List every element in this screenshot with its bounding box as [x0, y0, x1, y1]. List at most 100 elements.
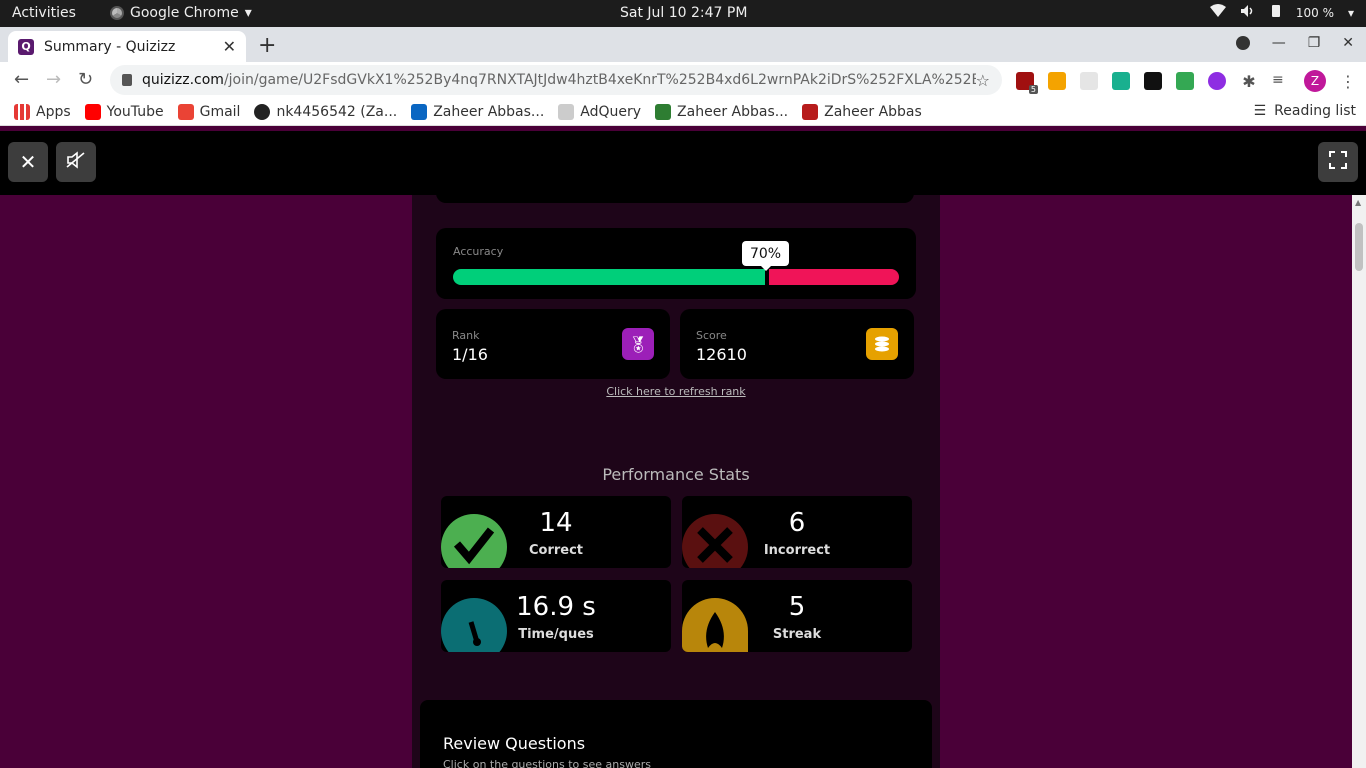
- wifi-icon: [1209, 4, 1226, 21]
- score-label: Score: [696, 329, 727, 342]
- streak-caption: Streak: [772, 627, 822, 642]
- bookmark-linkedin[interactable]: Zaheer Abbas...: [411, 103, 544, 120]
- summary-page: Accuracy 70% Rank 1/16 🏅︎ Score 12610 Cl…: [0, 195, 1352, 768]
- incorrect-caption: Incorrect: [763, 543, 831, 558]
- tab-search-icon[interactable]: [1235, 36, 1250, 50]
- rank-card: Rank 1/16 🏅︎: [436, 309, 670, 379]
- github-icon: [254, 103, 271, 120]
- linkedin-icon: [411, 103, 428, 120]
- profile-avatar[interactable]: Z: [1304, 70, 1326, 92]
- ublock-extension-icon[interactable]: 5: [1016, 72, 1038, 94]
- game-header: ✕: [0, 131, 1366, 195]
- forward-icon[interactable]: →: [46, 69, 61, 90]
- site-icon: [802, 103, 819, 120]
- close-game-button[interactable]: ✕: [8, 142, 48, 182]
- site-icon: [655, 103, 672, 120]
- minimize-icon[interactable]: —: [1272, 35, 1286, 51]
- more-menu-icon[interactable]: ⋮: [1340, 72, 1356, 91]
- system-tray[interactable]: 100 % ▾: [1209, 4, 1354, 21]
- medal-icon: 🏅︎: [622, 328, 654, 360]
- reload-icon[interactable]: ↻: [78, 69, 93, 90]
- accuracy-incorrect-fill: [769, 269, 899, 285]
- dollar-extension-icon[interactable]: [1176, 72, 1194, 90]
- battery-icon: [1270, 4, 1282, 21]
- bookmark-github[interactable]: nk4456542 (Za...: [254, 103, 397, 120]
- sound-off-icon: [66, 150, 86, 174]
- tampermonkey-icon[interactable]: [1144, 72, 1162, 90]
- bookmark-apps[interactable]: Apps: [14, 103, 71, 120]
- scroll-up-icon[interactable]: ▲: [1355, 198, 1361, 207]
- bookmark-gmail[interactable]: Gmail: [177, 103, 240, 120]
- stat-incorrect: 6 Incorrect: [682, 496, 912, 568]
- url-text: quizizz.com/join/game/U2FsdGVkX1%252By4n…: [142, 72, 976, 88]
- time-per-question-caption: Time/ques: [518, 627, 594, 642]
- accuracy-correct-fill: [453, 269, 765, 285]
- time-per-question-value: 16.9 s: [516, 592, 596, 622]
- media-control-icon[interactable]: ≡: [1272, 72, 1290, 90]
- close-icon[interactable]: ✕: [223, 37, 236, 56]
- restore-icon[interactable]: ❐: [1308, 35, 1321, 51]
- address-bar[interactable]: quizizz.com/join/game/U2FsdGVkX1%252By4n…: [110, 65, 1002, 95]
- summary-column: Accuracy 70% Rank 1/16 🏅︎ Score 12610 Cl…: [412, 195, 940, 768]
- stat-time-per-question: 16.9 s Time/ques: [441, 580, 671, 652]
- back-icon[interactable]: ←: [14, 69, 29, 90]
- volume-icon: [1240, 4, 1256, 21]
- color-extension-icon[interactable]: [1208, 72, 1226, 90]
- tab-strip: Q Summary - Quizizz ✕ + — ❐ ✕: [0, 27, 1366, 62]
- window-controls: — ❐ ✕: [1235, 35, 1354, 51]
- review-questions-subtitle: Click on the questions to see answers: [443, 758, 651, 768]
- performance-stats-title: Performance Stats: [602, 465, 750, 484]
- new-tab-button[interactable]: +: [258, 33, 276, 58]
- app-menu[interactable]: Google Chrome ▾: [110, 5, 252, 21]
- fullscreen-icon: [1329, 150, 1347, 174]
- activities-button[interactable]: Activities: [12, 5, 76, 21]
- close-window-icon[interactable]: ✕: [1342, 35, 1354, 51]
- gmail-icon: [177, 103, 194, 120]
- grammarly-extension-icon[interactable]: [1048, 72, 1066, 90]
- bookmark-adquery[interactable]: AdQuery: [558, 103, 641, 120]
- bookmark-youtube[interactable]: YouTube: [84, 103, 164, 120]
- extension-icon[interactable]: [1080, 72, 1098, 90]
- rank-label: Rank: [452, 329, 480, 342]
- mute-button[interactable]: [56, 142, 96, 182]
- quizizz-favicon-icon: Q: [18, 38, 34, 55]
- bookmark-profile-2[interactable]: Zaheer Abbas: [802, 103, 922, 120]
- tab-summary-quizizz[interactable]: Q Summary - Quizizz ✕: [8, 31, 246, 62]
- accuracy-percent-badge: 70%: [742, 241, 789, 271]
- fullscreen-button[interactable]: [1318, 142, 1358, 182]
- vue-devtools-icon[interactable]: [1112, 72, 1130, 90]
- puzzle-icon[interactable]: ✱: [1240, 72, 1258, 91]
- battery-percent: 100 %: [1295, 5, 1334, 20]
- correct-caption: Correct: [528, 543, 584, 558]
- coins-icon: [866, 328, 898, 360]
- score-value: 12610: [696, 345, 747, 364]
- stat-correct: 14 Correct: [441, 496, 671, 568]
- review-questions-title: Review Questions: [443, 734, 586, 753]
- scrollbar-thumb[interactable]: [1355, 223, 1363, 271]
- system-top-bar: Activities Google Chrome ▾ Sat Jul 10 2:…: [0, 0, 1366, 27]
- bookmark-profile-1[interactable]: Zaheer Abbas...: [655, 103, 788, 120]
- tab-title: Summary - Quizizz: [44, 38, 176, 55]
- refresh-rank-link[interactable]: Click here to refresh rank: [412, 385, 940, 398]
- bookmarks-bar: Apps YouTube Gmail nk4456542 (Za... Zahe…: [0, 98, 1366, 126]
- chevron-down-icon: ▾: [1347, 5, 1354, 20]
- reading-list-icon: ☰: [1253, 103, 1267, 119]
- page-scrollbar[interactable]: ▲: [1352, 195, 1366, 768]
- review-questions-card[interactable]: Review Questions Click on the questions …: [420, 700, 932, 768]
- incorrect-count: 6: [788, 508, 806, 538]
- rank-value: 1/16: [452, 345, 488, 364]
- reading-list-button[interactable]: ☰ Reading list: [1254, 103, 1356, 119]
- score-card: Score 12610: [680, 309, 914, 379]
- stat-streak: 5 Streak: [682, 580, 912, 652]
- app-name: Google Chrome: [130, 5, 239, 21]
- accuracy-bar: [453, 269, 899, 285]
- browser-toolbar: ← → ↻ quizizz.com/join/game/U2FsdGVkX1%2…: [0, 62, 1366, 98]
- accuracy-card: Accuracy: [436, 228, 916, 299]
- adquery-icon: [558, 103, 575, 120]
- lock-icon[interactable]: [122, 74, 132, 86]
- chevron-down-icon: ▾: [244, 5, 252, 21]
- youtube-icon: [84, 103, 101, 120]
- close-icon: ✕: [19, 150, 37, 174]
- clock[interactable]: Sat Jul 10 2:47 PM: [620, 5, 747, 21]
- bookmark-star-icon[interactable]: ☆: [976, 71, 990, 90]
